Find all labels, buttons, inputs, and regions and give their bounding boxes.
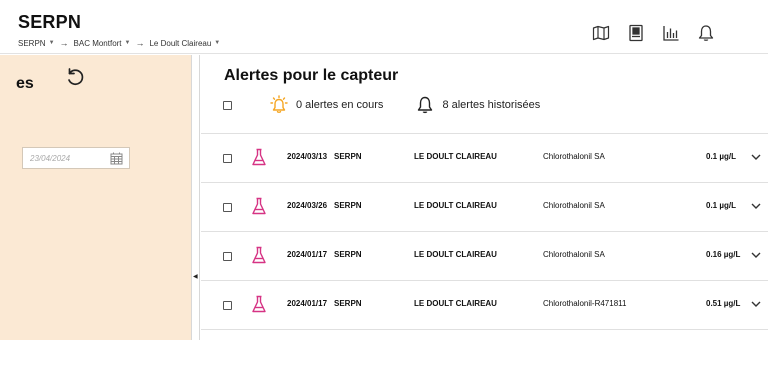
filter-panel: es xyxy=(0,55,191,340)
flask-icon xyxy=(252,197,266,215)
page-title: Alertes pour le capteur xyxy=(224,67,399,84)
caret-down-icon: ▼ xyxy=(48,40,55,46)
row-checkbox[interactable] xyxy=(223,301,232,310)
reset-icon[interactable] xyxy=(64,66,86,88)
bell-icon xyxy=(418,96,433,114)
chevron-down-icon[interactable] xyxy=(750,298,762,310)
alert-substance: Chlorothalonil SA xyxy=(543,152,605,161)
breadcrumb-item-bac[interactable]: BAC Montfort ▼ xyxy=(74,39,131,48)
breadcrumb: SERPN ▼ → BAC Montfort ▼ → Le Doult Clai… xyxy=(18,38,220,48)
breadcrumb-label: Le Doult Claireau xyxy=(149,38,212,48)
arrow-right-icon: → xyxy=(59,38,69,48)
app-header: SERPN SERPN ▼ → BAC Montfort ▼ → Le Doul… xyxy=(0,0,768,54)
alert-date: 2024/01/17 xyxy=(287,299,328,308)
caret-down-icon: ▼ xyxy=(214,40,221,46)
alert-value: 0.51 µg/L xyxy=(706,299,741,308)
alert-summary: 0 alertes en cours 8 alertes historisées xyxy=(223,95,572,115)
calendar-icon[interactable] xyxy=(110,152,123,165)
alert-source: SERPN xyxy=(334,201,362,210)
flask-icon xyxy=(252,246,266,264)
alert-source: SERPN xyxy=(334,299,362,308)
alert-value: 0.1 µg/L xyxy=(706,201,736,210)
active-alerts-label: 0 alertes en cours xyxy=(296,99,384,111)
caret-down-icon: ▼ xyxy=(124,40,131,46)
chevron-down-icon[interactable] xyxy=(750,151,762,163)
alert-source: SERPN xyxy=(334,152,362,161)
alerts-panel: Alertes pour le capteur 0 alertes en cou… xyxy=(201,55,768,340)
app-title: SERPN xyxy=(18,12,82,32)
alert-location: LE DOULT CLAIREAU xyxy=(414,152,497,161)
alert-substance: Chlorothalonil SA xyxy=(543,250,605,259)
active-alerts-filter[interactable]: 0 alertes en cours xyxy=(269,95,383,115)
document-icon[interactable] xyxy=(627,24,645,42)
alert-value: 0.16 µg/L xyxy=(706,250,741,259)
row-checkbox[interactable] xyxy=(223,252,232,261)
alert-substance: Chlorothalonil SA xyxy=(543,201,605,210)
chevron-down-icon[interactable] xyxy=(750,249,762,261)
row-checkbox[interactable] xyxy=(223,203,232,212)
flask-icon xyxy=(252,148,266,166)
alert-date: 2024/03/26 xyxy=(287,201,328,210)
bell-ringing-icon xyxy=(270,95,288,113)
alert-substance: Chlorothalonil-R471811 xyxy=(543,299,627,308)
breadcrumb-label: BAC Montfort xyxy=(73,38,122,48)
alert-row[interactable]: 2024/01/17 SERPN LE DOULT CLAIREAU Chlor… xyxy=(201,281,768,330)
alert-date: 2024/01/17 xyxy=(287,250,328,259)
alert-source: SERPN xyxy=(334,250,362,259)
breadcrumb-item-location[interactable]: Le Doult Claireau ▼ xyxy=(149,39,220,48)
chevron-down-icon[interactable] xyxy=(750,200,762,212)
alert-date: 2024/03/13 xyxy=(287,152,328,161)
alerts-list: 2024/03/13 SERPN LE DOULT CLAIREAU Chlor… xyxy=(201,134,768,330)
alert-location: LE DOULT CLAIREAU xyxy=(414,299,497,308)
history-alerts-label: 8 alertes historisées xyxy=(442,99,541,111)
history-alerts-filter[interactable]: 8 alertes historisées xyxy=(415,95,540,115)
select-all-checkbox[interactable] xyxy=(223,100,232,110)
filter-panel-heading: es xyxy=(16,75,34,92)
map-icon[interactable] xyxy=(592,24,610,42)
header-toolbar xyxy=(592,24,732,42)
app-window: SERPN SERPN ▼ → BAC Montfort ▼ → Le Doul… xyxy=(0,0,768,376)
alert-value: 0.1 µg/L xyxy=(706,152,736,161)
date-input[interactable] xyxy=(30,153,105,163)
collapse-arrow-icon[interactable]: ◀ xyxy=(193,273,198,280)
row-checkbox[interactable] xyxy=(223,154,232,163)
bell-icon[interactable] xyxy=(697,24,715,42)
alert-row[interactable]: 2024/01/17 SERPN LE DOULT CLAIREAU Chlor… xyxy=(201,232,768,281)
panel-splitter[interactable]: ◀ xyxy=(191,55,200,340)
alert-location: LE DOULT CLAIREAU xyxy=(414,201,497,210)
alert-location: LE DOULT CLAIREAU xyxy=(414,250,497,259)
flask-icon xyxy=(252,295,266,313)
alert-row[interactable]: 2024/03/13 SERPN LE DOULT CLAIREAU Chlor… xyxy=(201,134,768,183)
chart-icon[interactable] xyxy=(662,24,680,42)
date-field[interactable] xyxy=(22,147,130,169)
breadcrumb-label: SERPN xyxy=(18,38,46,48)
arrow-right-icon: → xyxy=(135,38,145,48)
breadcrumb-item-serpn[interactable]: SERPN ▼ xyxy=(18,39,55,48)
alert-row[interactable]: 2024/03/26 SERPN LE DOULT CLAIREAU Chlor… xyxy=(201,183,768,232)
